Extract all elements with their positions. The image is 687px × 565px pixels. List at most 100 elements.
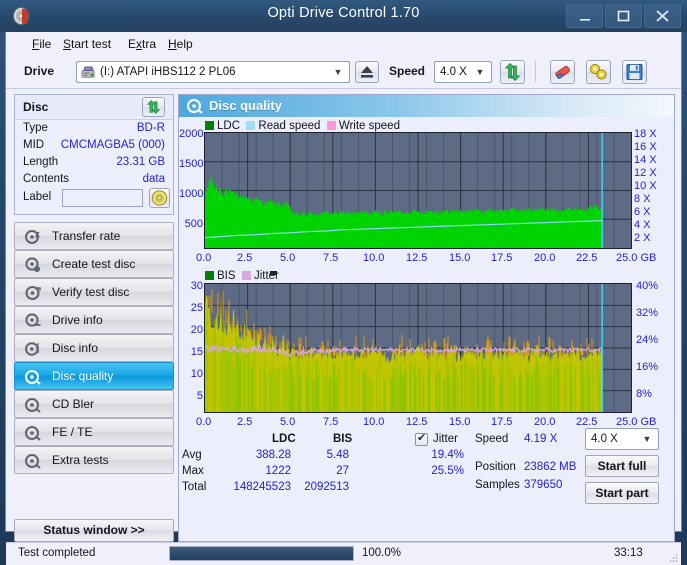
xtick-bottom: 0.0 — [196, 416, 212, 428]
refresh-icon — [504, 63, 521, 81]
samples-stat-label: Samples — [475, 479, 520, 491]
disc-refresh-button[interactable] — [142, 97, 165, 117]
disc-icon — [25, 426, 41, 441]
minimize-button[interactable] — [566, 4, 603, 28]
refresh-button[interactable] — [500, 60, 525, 84]
samples-stat-value: 379650 — [524, 479, 563, 491]
disc-label-input[interactable] — [62, 189, 143, 207]
ytick-top: 500 — [184, 218, 203, 230]
sidebar-item-label: Disc info — [52, 341, 99, 355]
sidebar-item-fe-te[interactable]: FE / TE — [14, 418, 174, 446]
sidebar-item-label: CD Bler — [52, 397, 95, 411]
disc-label-button[interactable] — [149, 188, 170, 208]
close-button[interactable] — [644, 4, 681, 28]
ytick-bottom-right: 24% — [636, 334, 659, 346]
xtick-bottom: 22.5 — [576, 416, 598, 428]
disc-row-key: Length — [23, 156, 59, 168]
ytick-bottom-right: 32% — [636, 307, 659, 319]
resize-grip-icon[interactable] — [668, 553, 678, 563]
chevron-down-icon: ▼ — [475, 67, 485, 77]
sidebar-item-cd-bler[interactable]: CD Bler — [14, 390, 174, 418]
erase-button[interactable] — [550, 60, 575, 84]
chart-legend-top: LDC Read speed Write speed — [205, 120, 400, 132]
disc-panel-title: Disc — [23, 100, 49, 114]
sidebar-item-drive-info[interactable]: Drive info — [14, 306, 174, 334]
speed-select[interactable]: 4.0 X ▼ — [434, 61, 492, 83]
menu-start-test[interactable]: Start test — [59, 36, 115, 52]
jitter-checkbox[interactable] — [415, 431, 428, 446]
menu-file[interactable]: FFileile — [28, 36, 55, 52]
sidebar-item-label: Create test disc — [52, 257, 136, 271]
eject-icon — [361, 66, 373, 78]
start-part-button[interactable]: Start part — [585, 482, 659, 504]
xtick-top: 12.5 — [406, 252, 428, 264]
xtick-bottom: 10.0 — [363, 416, 385, 428]
tools-button[interactable] — [586, 60, 611, 84]
sidebar-item-label: Extra tests — [52, 453, 109, 467]
disc-quality-panel: Disc quality LDC Read speed Write speed … — [178, 94, 675, 542]
sidebar-item-label: FE / TE — [52, 425, 93, 439]
sidebar-item-create-test-disc[interactable]: Create test disc — [14, 250, 174, 278]
disc-icon — [25, 454, 41, 469]
menu-bar: FFileile Start test Extra Help — [6, 32, 681, 55]
sidebar-item-disc-info[interactable]: Disc info — [14, 334, 174, 362]
progress-bar — [169, 546, 354, 561]
drive-icon — [81, 66, 95, 78]
progress-text: 100.0% — [362, 547, 402, 559]
stats-ldc-avg: 388.28 — [255, 449, 291, 461]
sidebar-item-extra-tests[interactable]: Extra tests — [14, 446, 174, 474]
disc-icon — [25, 370, 41, 385]
disc-icon — [25, 230, 40, 244]
maximize-button[interactable] — [605, 4, 642, 28]
xtick-top: 2.5 — [237, 252, 253, 264]
drive-label: Drive — [24, 64, 55, 78]
legend-swatch-ldc — [205, 121, 214, 130]
cd-icon — [151, 190, 168, 206]
sidebar-item-verify-test-disc[interactable]: Verify test disc — [14, 278, 174, 306]
drive-select[interactable]: (I:) ATAPI iHBS112 2 PL06 ▼ — [76, 61, 350, 83]
legend-swatch-bis — [205, 271, 214, 280]
disc-icon — [25, 313, 41, 327]
xtick-bottom: 25.0 GB — [616, 416, 657, 428]
disc-row-key: MID — [23, 139, 45, 151]
ldc-chart-plot — [204, 132, 632, 249]
stats-bis-avg: 5.48 — [326, 449, 349, 461]
sidebar-item-disc-quality[interactable]: Disc quality — [14, 362, 174, 390]
ytick-top-right: 4 X — [634, 219, 651, 231]
legend-swatch-jitter — [241, 271, 251, 280]
menu-extra[interactable]: Extra — [124, 36, 160, 52]
status-window-button[interactable]: Status window >> — [14, 519, 174, 542]
xtick-top: 7.5 — [323, 252, 339, 264]
eject-button[interactable] — [355, 61, 379, 83]
legend-label-write-speed: Write speed — [338, 120, 400, 132]
toolbar: Drive (I:) ATAPI iHBS112 2 PL06 ▼ Speed … — [6, 55, 681, 89]
jitter-label: Jitter — [433, 433, 458, 445]
disc-icon — [25, 257, 40, 272]
menu-help[interactable]: Help — [164, 36, 197, 52]
stats-ldc-total: 148245523 — [233, 481, 291, 493]
minimize-icon — [580, 19, 590, 21]
chevron-down-icon: ▼ — [333, 67, 343, 77]
disc-row-value: CMCMAGBA5 (000) — [60, 139, 165, 151]
stats-jitter-avg: 19.4% — [431, 449, 464, 461]
ytick-bottom: 20 — [190, 324, 203, 336]
ytick-top-right: 2 X — [634, 232, 651, 244]
title-bar: Opti Drive Control 1.70 — [0, 0, 687, 32]
legend-marker-box — [270, 271, 277, 275]
stats-bis-max: 27 — [336, 465, 349, 477]
save-icon — [626, 64, 643, 80]
ldc-chart-svg — [204, 133, 631, 248]
ytick-top-right: 8 X — [634, 193, 651, 205]
sidebar-item-transfer-rate[interactable]: Transfer rate — [14, 222, 174, 250]
start-full-button[interactable]: Start full — [585, 455, 659, 477]
stats-col-ldc: LDC — [272, 433, 296, 445]
test-speed-select[interactable]: 4.0 X ▼ — [585, 428, 659, 450]
stats-bis-total: 2092513 — [304, 481, 349, 493]
save-button[interactable] — [622, 60, 647, 84]
disc-row-value: 23.31 GB — [116, 156, 165, 168]
refresh-icon — [146, 100, 161, 114]
position-stat-label: Position — [475, 461, 516, 473]
legend-label-ldc: LDC — [217, 120, 241, 132]
speed-stat-value: 4.19 X — [524, 433, 558, 445]
progress-fill — [170, 547, 353, 560]
